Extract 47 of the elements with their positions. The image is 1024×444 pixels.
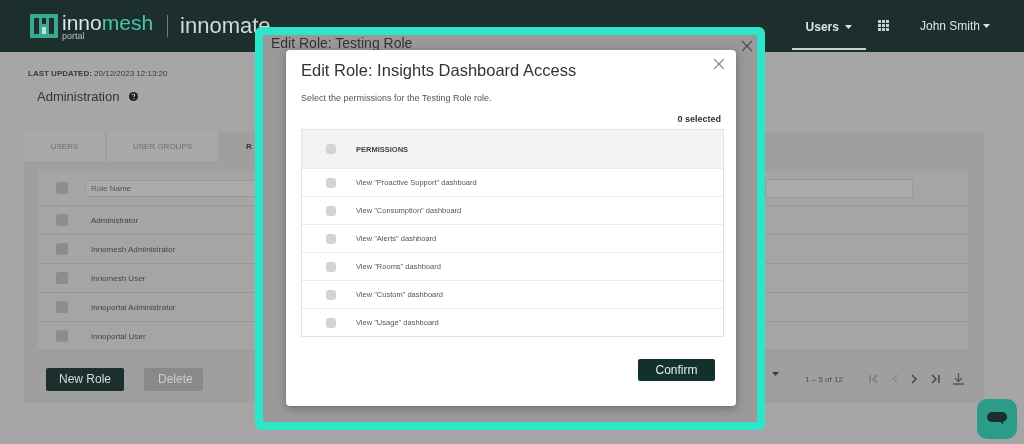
selected-count: 0 selected bbox=[677, 114, 721, 124]
filter-field[interactable] bbox=[765, 178, 913, 198]
checkbox[interactable] bbox=[56, 243, 68, 255]
caret-icon bbox=[844, 25, 852, 29]
page-title: Administration bbox=[37, 89, 120, 104]
caret-icon bbox=[983, 24, 990, 28]
checkbox[interactable] bbox=[56, 214, 68, 226]
dialog-title: Edit Role: Insights Dashboard Access bbox=[301, 61, 577, 80]
close-icon[interactable] bbox=[742, 41, 752, 51]
next-page-icon[interactable] bbox=[910, 374, 917, 384]
chat-icon bbox=[987, 412, 1007, 426]
checkbox[interactable] bbox=[326, 317, 336, 328]
checkbox[interactable] bbox=[56, 182, 68, 194]
nav-menu[interactable]: Users bbox=[791, 4, 866, 50]
checkbox[interactable] bbox=[326, 261, 336, 272]
role-name: Innoportal User bbox=[91, 331, 146, 341]
role-name: Innoportal Administrator bbox=[91, 302, 176, 312]
logo-icon bbox=[30, 14, 58, 38]
dialog-title: Edit Role: Testing Role bbox=[271, 36, 413, 50]
checkbox[interactable] bbox=[56, 301, 68, 313]
checkbox[interactable] bbox=[326, 233, 336, 244]
role-name: Innomesh Administrator bbox=[91, 244, 176, 254]
user-menu[interactable]: John Smith bbox=[919, 19, 990, 33]
close-icon[interactable] bbox=[714, 59, 724, 69]
last-updated-text: LAST UPDATED: 20/12/2023 12:13:20 bbox=[28, 69, 168, 78]
new-role-button[interactable]: New Role bbox=[46, 367, 125, 391]
brand-subtitle: portal bbox=[62, 31, 86, 41]
checkbox[interactable] bbox=[326, 289, 336, 300]
apps-grid-icon[interactable] bbox=[877, 20, 890, 32]
help-icon[interactable] bbox=[129, 92, 139, 101]
checkbox[interactable] bbox=[326, 205, 336, 216]
first-page-icon[interactable] bbox=[868, 374, 879, 384]
role-name: Administrator bbox=[91, 215, 139, 225]
caret-icon bbox=[771, 371, 779, 376]
last-page-icon[interactable] bbox=[929, 374, 940, 384]
checkbox[interactable] bbox=[56, 330, 68, 342]
checkbox[interactable] bbox=[326, 144, 336, 154]
confirm-button[interactable]: Confirm bbox=[638, 359, 715, 381]
rows-per-page-dropdown[interactable] bbox=[768, 371, 783, 387]
brand-name: innomesh bbox=[62, 11, 154, 33]
pagination-range: 1 – 5 of 12 bbox=[805, 374, 843, 384]
chat-button[interactable] bbox=[977, 399, 1017, 439]
download-icon[interactable] bbox=[952, 373, 964, 385]
checkbox[interactable] bbox=[56, 272, 68, 284]
dialog-description: Select the permissions for the Testing Role role. bbox=[301, 93, 493, 103]
role-name: Innomesh User bbox=[91, 273, 146, 283]
checkbox[interactable] bbox=[326, 177, 336, 188]
